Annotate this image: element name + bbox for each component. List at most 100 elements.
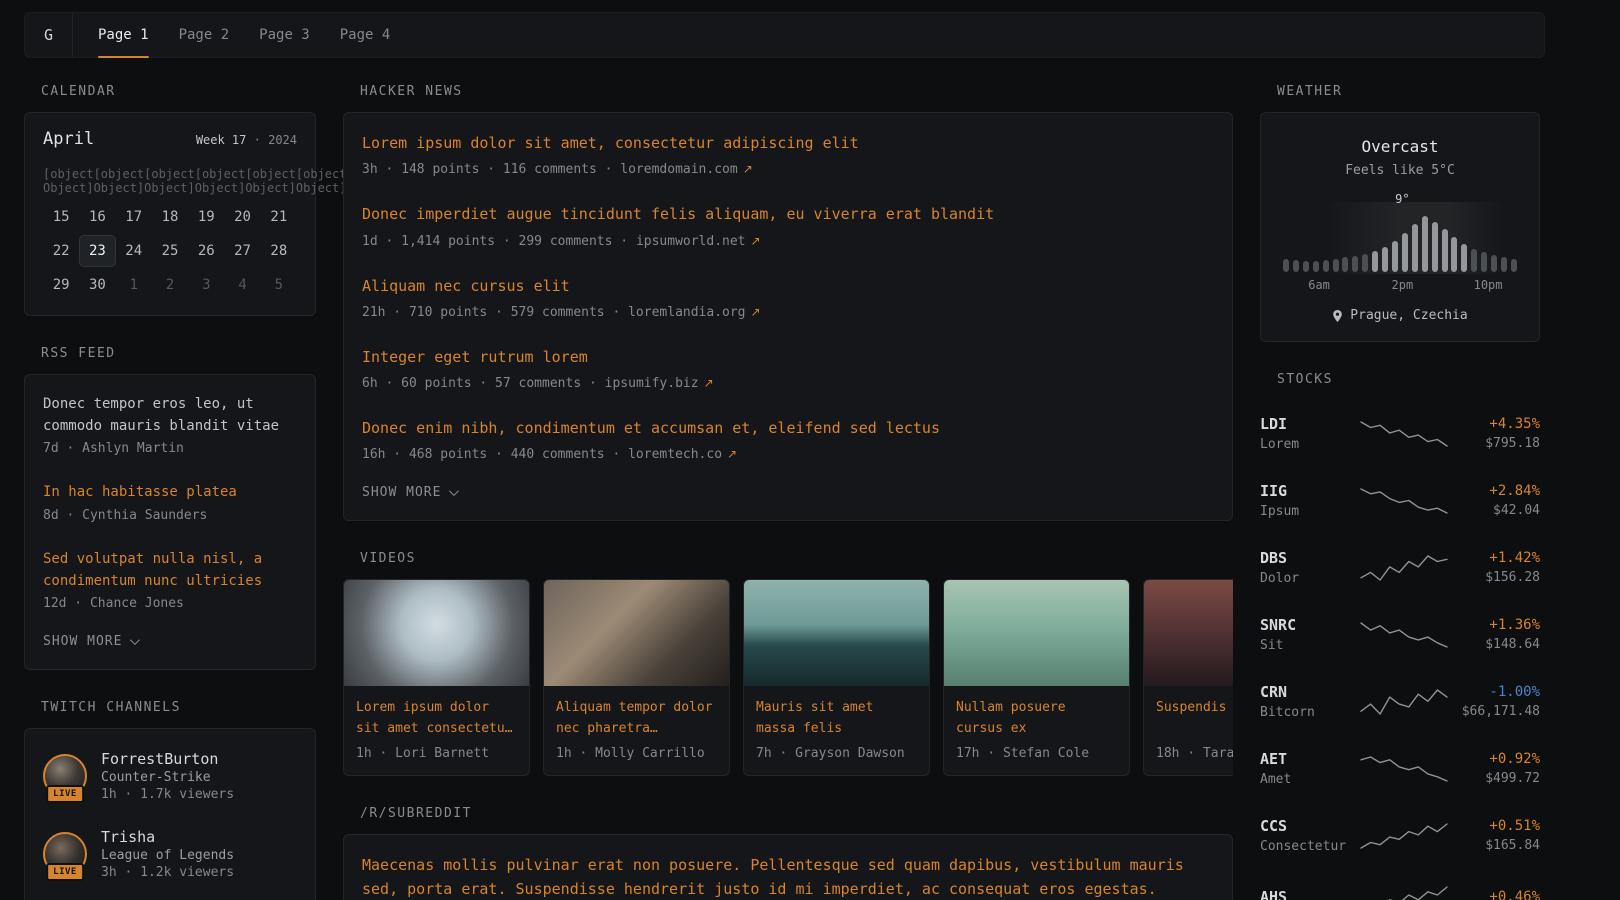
stock-row[interactable]: SNRC Sit +1.36% $148.64 <box>1260 601 1540 668</box>
hn-item-domain-link[interactable]: ipsumify.biz↗ <box>605 376 714 391</box>
video-title[interactable]: Mauris sit amet massa felis <box>756 698 917 740</box>
calendar-day[interactable]: 16 <box>79 201 115 233</box>
weather-hour-bar[interactable] <box>1491 255 1497 272</box>
hn-item-domain-link[interactable]: loremtech.co↗ <box>628 447 737 462</box>
weather-hour-bar[interactable] <box>1442 229 1448 272</box>
calendar-day[interactable]: 22 <box>43 235 79 267</box>
weather-hour-bar[interactable] <box>1303 261 1309 272</box>
stock-row[interactable]: LDI Lorem +4.35% $795.18 <box>1260 400 1540 467</box>
peak-temperature-label: 9° <box>1395 192 1409 206</box>
calendar-day[interactable]: 15 <box>43 201 79 233</box>
weather-hour-bar[interactable] <box>1501 257 1507 272</box>
twitch-channel[interactable]: LIVE KendallCarr <box>43 893 297 900</box>
hn-item-title[interactable]: Aliquam nec cursus elit <box>362 275 1214 298</box>
weather-hour-bar[interactable] <box>1471 249 1477 272</box>
hackernews-show-more-button[interactable]: SHOW MORE <box>362 475 456 514</box>
hn-item-title[interactable]: Donec imperdiet augue tincidunt felis al… <box>362 203 1214 226</box>
videos-section-title: VIDEOS <box>360 551 1233 566</box>
calendar-day[interactable]: 27 <box>224 235 260 267</box>
weather-hour-bar[interactable] <box>1481 252 1487 272</box>
video-thumbnail[interactable] <box>344 580 529 686</box>
video-title[interactable]: Suspendis diam <box>1156 698 1233 740</box>
stock-row[interactable]: IIG Ipsum +2.84% $42.04 <box>1260 467 1540 534</box>
video-thumbnail[interactable] <box>744 580 929 686</box>
hn-item-title[interactable]: Integer eget rutrum lorem <box>362 346 1214 369</box>
video-card[interactable]: Nullam posuere cursus ex 17h · Stefan Co… <box>943 579 1130 776</box>
calendar-day[interactable]: 1 <box>116 269 152 301</box>
hn-item-domain-link[interactable]: ipsumworld.net↗ <box>636 234 761 249</box>
weather-hour-bar[interactable] <box>1451 237 1457 272</box>
rss-item-title[interactable]: Donec tempor eros leo, ut commodo mauris… <box>43 394 297 437</box>
video-thumbnail[interactable] <box>944 580 1129 686</box>
calendar-day[interactable]: 4 <box>224 269 260 301</box>
weather-hour-bar[interactable] <box>1461 244 1467 272</box>
rss-show-more-button[interactable]: SHOW MORE <box>43 624 137 663</box>
weather-hour-bar[interactable] <box>1422 216 1428 272</box>
calendar-day[interactable]: 25 <box>152 235 188 267</box>
hn-item-title[interactable]: Lorem ipsum dolor sit amet, consectetur … <box>362 132 1214 155</box>
calendar-day[interactable]: 3 <box>188 269 224 301</box>
video-thumbnail[interactable] <box>1144 580 1233 686</box>
video-card[interactable]: Mauris sit amet massa felis 7h · Grayson… <box>743 579 930 776</box>
video-title[interactable]: Aliquam tempor dolor nec pharetra… <box>556 698 717 740</box>
weather-hour-bar[interactable] <box>1283 259 1289 272</box>
weather-hour-bar[interactable] <box>1313 261 1319 272</box>
weather-hour-bar[interactable] <box>1333 259 1339 272</box>
app-logo[interactable]: G <box>25 13 73 57</box>
weather-hour-bar[interactable] <box>1372 251 1378 272</box>
stock-row[interactable]: AHS +0.46% <box>1260 869 1540 900</box>
calendar-day[interactable]: 18 <box>152 201 188 233</box>
video-author: 1h · Lori Barnett <box>356 746 517 761</box>
video-card[interactable]: Suspendis diam 18h · Tara <box>1143 579 1233 776</box>
hn-item-title[interactable]: Donec enim nibh, condimentum et accumsan… <box>362 417 1214 440</box>
rss-item-title[interactable]: Sed volutpat nulla nisl, a condimentum n… <box>43 549 297 592</box>
weather-hour-bar[interactable] <box>1352 256 1358 272</box>
page-tab[interactable]: Page 1 <box>83 13 164 57</box>
video-title[interactable]: Nullam posuere cursus ex <box>956 698 1117 740</box>
weather-hour-bar[interactable] <box>1293 260 1299 272</box>
weather-hour-bar[interactable] <box>1392 241 1398 272</box>
calendar-day[interactable]: 30 <box>79 269 115 301</box>
weather-hour-bar[interactable] <box>1432 222 1438 272</box>
stock-row[interactable]: DBS Dolor +1.42% $156.28 <box>1260 534 1540 601</box>
weather-hour-bar[interactable] <box>1323 260 1329 272</box>
calendar-day[interactable]: 17 <box>116 201 152 233</box>
video-card[interactable]: Lorem ipsum dolor sit amet consectetu… 1… <box>343 579 530 776</box>
weather-hour-bar[interactable] <box>1342 257 1348 272</box>
stock-values: +0.51% $165.84 <box>1452 818 1540 853</box>
page-tab[interactable]: Page 2 <box>164 13 245 57</box>
video-thumbnail[interactable] <box>544 580 729 686</box>
hn-item-domain-link[interactable]: loremdomain.com↗ <box>620 162 752 177</box>
weather-hour-bar[interactable] <box>1402 233 1408 272</box>
subreddit-item-title[interactable]: Maecenas mollis pulvinar erat non posuer… <box>362 854 1214 900</box>
calendar-day[interactable]: 2 <box>152 269 188 301</box>
weather-hour-bar[interactable] <box>1382 247 1388 272</box>
hn-item-domain-link[interactable]: loremlandia.org↗ <box>628 305 760 320</box>
weather-hour-bar[interactable] <box>1362 254 1368 272</box>
calendar-day[interactable]: 28 <box>261 235 297 267</box>
stock-row[interactable]: CRN Bitcorn -1.00% $66,171.48 <box>1260 668 1540 735</box>
twitch-channel[interactable]: LIVE ForrestBurton Counter-Strike 1h · 1… <box>43 737 297 815</box>
weather-hour-bar[interactable] <box>1412 224 1418 272</box>
rss-item-title[interactable]: In hac habitasse platea <box>43 482 297 504</box>
page-tab[interactable]: Page 3 <box>244 13 325 57</box>
calendar-day[interactable]: 26 <box>188 235 224 267</box>
hn-item-stats: 1d · 1,414 points · 299 comments · <box>362 234 628 249</box>
video-title[interactable]: Lorem ipsum dolor sit amet consectetu… <box>356 698 517 740</box>
video-card[interactable]: Aliquam tempor dolor nec pharetra… 1h · … <box>543 579 730 776</box>
calendar-day[interactable]: 21 <box>261 201 297 233</box>
calendar-day[interactable]: 5 <box>261 269 297 301</box>
calendar-day[interactable]: 19 <box>188 201 224 233</box>
calendar-day[interactable]: 23 <box>79 235 115 267</box>
stock-row[interactable]: AET Amet +0.92% $499.72 <box>1260 735 1540 802</box>
page-tab[interactable]: Page 4 <box>325 13 406 57</box>
weather-hour-bar[interactable] <box>1511 259 1517 272</box>
stock-values: -1.00% $66,171.48 <box>1452 684 1540 719</box>
twitch-channel[interactable]: LIVE Trisha League of Legends 3h · 1.2k … <box>43 815 297 893</box>
calendar-day[interactable]: 24 <box>116 235 152 267</box>
calendar-day-header: [object Object] <box>94 161 145 201</box>
stock-row[interactable]: CCS Consectetur +0.51% $165.84 <box>1260 802 1540 869</box>
calendar-day[interactable]: 20 <box>224 201 260 233</box>
hn-item-stats: 16h · 468 points · 440 comments · <box>362 447 620 462</box>
calendar-day[interactable]: 29 <box>43 269 79 301</box>
